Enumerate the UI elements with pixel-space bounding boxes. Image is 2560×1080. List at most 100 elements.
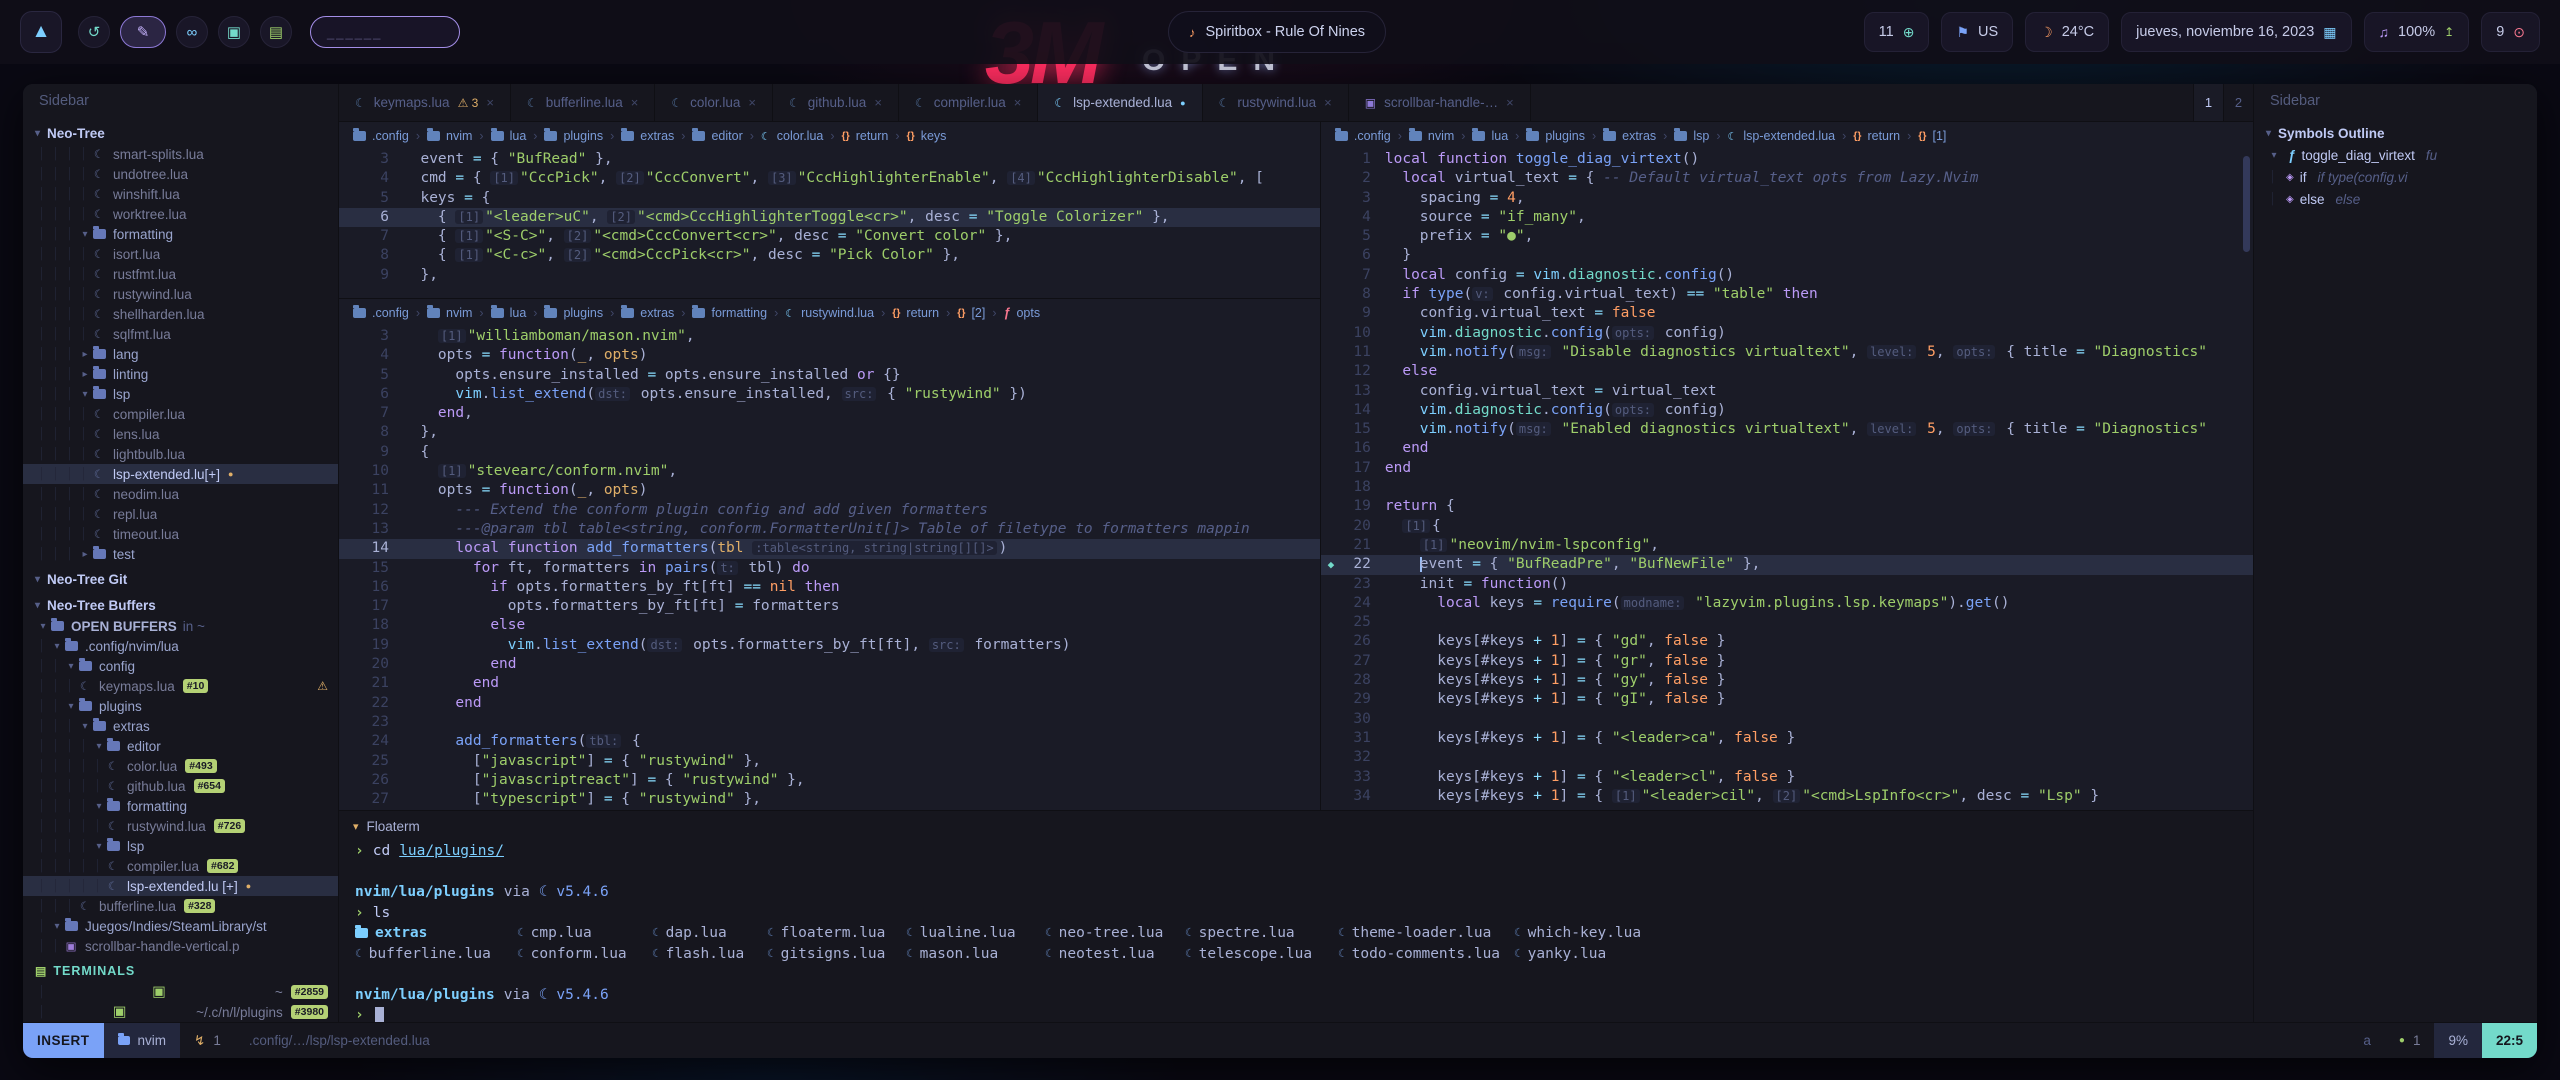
ls-entry-extras[interactable]: extras bbox=[355, 923, 517, 944]
symbol-toggle-diag-virtext[interactable]: ▾ƒtoggle_diag_virtextfu bbox=[2254, 144, 2537, 166]
code-line[interactable]: 33 keys[#keys + 1] = { "<leader>cl", fal… bbox=[1321, 768, 2253, 787]
code-line[interactable]: 26 keys[#keys + 1] = { "gd", false } bbox=[1321, 632, 2253, 651]
code-line[interactable]: 26 ["javascriptreact"] = { "rustywind" }… bbox=[339, 771, 1320, 790]
breadcrumb-item[interactable]: editor bbox=[692, 129, 742, 143]
code-line[interactable]: 3 [1]"williamboman/mason.nvim", bbox=[339, 327, 1320, 346]
section-terminals[interactable]: ▤ TERMINALS bbox=[23, 960, 338, 982]
tree-file-undotree-lua[interactable]: ││││☾undotree.lua bbox=[23, 164, 338, 184]
code-line[interactable]: 29 keys[#keys + 1] = { "gI", false } bbox=[1321, 690, 2253, 709]
code-line[interactable]: 6 { [1]"<leader>uC", [2]"<cmd>CccHighlig… bbox=[339, 208, 1320, 227]
tab-github-lua[interactable]: ☾github.lua× bbox=[773, 84, 899, 121]
tree-folder-lsp[interactable]: ││││▾lsp bbox=[23, 836, 338, 856]
tree-folder-plugins[interactable]: ││▾plugins bbox=[23, 696, 338, 716]
ls-entry-neo-tree-lua[interactable]: ☾neo-tree.lua bbox=[1045, 923, 1185, 944]
scrollbar-handle[interactable] bbox=[2243, 156, 2250, 252]
code-line[interactable]: 8 }, bbox=[339, 423, 1320, 442]
breadcrumb-item[interactable]: {}[1] bbox=[1918, 129, 1946, 143]
symbol-if[interactable]: │◈ifif type(config.vi bbox=[2254, 166, 2537, 188]
breadcrumb-item[interactable]: {}return bbox=[892, 306, 939, 320]
code-line[interactable]: 6 } bbox=[1321, 246, 2253, 265]
tree-file-github-lua[interactable]: │││││☾github.lua#654 bbox=[23, 776, 338, 796]
ls-entry-cmp-lua[interactable]: ☾cmp.lua bbox=[517, 923, 652, 944]
code-line[interactable]: 2 local virtual_text = { -- Default virt… bbox=[1321, 169, 2253, 188]
tree-file-lsp-extended-lu[interactable]: ││││☾lsp-extended.lu[+]● bbox=[23, 464, 338, 484]
code-line[interactable]: 18 bbox=[1321, 478, 2253, 497]
ls-entry-spectre-lua[interactable]: ☾spectre.lua bbox=[1185, 923, 1338, 944]
tree-folder-extras[interactable]: │││▾extras bbox=[23, 716, 338, 736]
ls-entry-bufferline-lua[interactable]: ☾bufferline.lua bbox=[355, 944, 517, 965]
code-line[interactable]: 24 local keys = require(modname: "lazyvi… bbox=[1321, 594, 2253, 613]
close-icon[interactable]: × bbox=[486, 95, 494, 110]
code-line[interactable]: 19 vim.list_extend(dst: opts.formatters_… bbox=[339, 636, 1320, 655]
tree-file-rustywind-lua[interactable]: ││││☾rustywind.lua bbox=[23, 284, 338, 304]
code-line[interactable]: 13 ---@param tbl table<string, conform.F… bbox=[339, 520, 1320, 539]
breadcrumb-item[interactable]: {}return bbox=[1853, 129, 1900, 143]
ls-entry-flash-lua[interactable]: ☾flash.lua bbox=[652, 944, 767, 965]
code-line[interactable]: 13 config.virtual_text = virtual_text bbox=[1321, 382, 2253, 401]
breadcrumb-item[interactable]: extras bbox=[621, 129, 674, 143]
tab-lsp-extended-lua[interactable]: ☾lsp-extended.lua● bbox=[1038, 84, 1202, 121]
close-icon[interactable]: × bbox=[1506, 95, 1514, 110]
tree-file-rustfmt-lua[interactable]: ││││☾rustfmt.lua bbox=[23, 264, 338, 284]
tree-folder-linting[interactable]: │││▸linting bbox=[23, 364, 338, 384]
code-line[interactable]: 9 }, bbox=[339, 266, 1320, 285]
music-widget[interactable]: ♪ Spiritbox - Rule Of Nines bbox=[1168, 11, 1386, 53]
breadcrumb-item[interactable]: lua bbox=[491, 129, 527, 143]
tree-folder-formatting[interactable]: │││▾formatting bbox=[23, 224, 338, 244]
tree-file-repl-lua[interactable]: ││││☾repl.lua bbox=[23, 504, 338, 524]
symbol-else[interactable]: │◈elseelse bbox=[2254, 188, 2537, 210]
code-line[interactable]: 14 vim.diagnostic.config(opts: config) bbox=[1321, 401, 2253, 420]
breadcrumb-item[interactable]: .config bbox=[353, 129, 409, 143]
tabpage-1[interactable]: 1 bbox=[2193, 84, 2223, 121]
breadcrumb-item[interactable]: ☾rustywind.lua bbox=[785, 306, 874, 320]
code-line[interactable]: 19return { bbox=[1321, 497, 2253, 516]
section-neotree-git[interactable]: ▾ Neo-Tree Git bbox=[23, 568, 338, 590]
tree-file-sqlfmt-lua[interactable]: ││││☾sqlfmt.lua bbox=[23, 324, 338, 344]
breadcrumb-item[interactable]: nvim bbox=[427, 306, 472, 320]
code-line[interactable]: 20 end bbox=[339, 655, 1320, 674]
code-line[interactable]: 7 end, bbox=[339, 404, 1320, 423]
close-icon[interactable]: × bbox=[874, 95, 882, 110]
tab-rustywind-lua[interactable]: ☾rustywind.lua× bbox=[1203, 84, 1349, 121]
ls-entry-theme-loader-lua[interactable]: ☾theme-loader.lua bbox=[1338, 923, 1514, 944]
code-line[interactable]: 23 init = function() bbox=[1321, 575, 2253, 594]
section-neotree-buffers[interactable]: ▾ Neo-Tree Buffers bbox=[23, 594, 338, 616]
code-line[interactable]: 16 if opts.formatters_by_ft[ft] == nil t… bbox=[339, 578, 1320, 597]
code-line[interactable]: 16 end bbox=[1321, 439, 2253, 458]
code-line[interactable]: 12 else bbox=[1321, 362, 2253, 381]
link-button[interactable]: ∞ bbox=[176, 16, 208, 48]
tree-folder-formatting[interactable]: ││││▾formatting bbox=[23, 796, 338, 816]
code-line[interactable]: 5 prefix = "●", bbox=[1321, 227, 2253, 246]
ls-entry-lualine-lua[interactable]: ☾lualine.lua bbox=[906, 923, 1045, 944]
code-line[interactable]: 23 bbox=[339, 713, 1320, 732]
breadcrumb-item[interactable]: lsp bbox=[1674, 129, 1709, 143]
ls-entry-which-key-lua[interactable]: ☾which-key.lua bbox=[1514, 923, 1641, 944]
terminal-item-c-n-l-plugins[interactable]: │▣~/.c/n/l/plugins#3980 bbox=[23, 1002, 338, 1022]
code-line[interactable]: 4 cmd = { [1]"CccPick", [2]"CccConvert",… bbox=[339, 169, 1320, 188]
breadcrumb-item[interactable]: plugins bbox=[544, 129, 603, 143]
tab-scrollbar-handle[interactable]: ▣scrollbar-handle-…× bbox=[1349, 84, 1531, 121]
code-line[interactable]: ◆22 event = { "BufReadPre", "BufNewFile"… bbox=[1321, 555, 2253, 574]
breadcrumb-item[interactable]: nvim bbox=[427, 129, 472, 143]
code-line[interactable]: 10 [1]"stevearc/conform.nvim", bbox=[339, 462, 1320, 481]
tree-file-lightbulb-lua[interactable]: ││││☾lightbulb.lua bbox=[23, 444, 338, 464]
code-line[interactable]: 18 else bbox=[339, 616, 1320, 635]
tree-folder-editor[interactable]: ││││▾editor bbox=[23, 736, 338, 756]
refresh-button[interactable]: ↺ bbox=[78, 16, 110, 48]
widget-weather[interactable]: ☽24°C bbox=[2025, 12, 2109, 52]
tree-folder-config[interactable]: ││▾config bbox=[23, 656, 338, 676]
breadcrumb-item[interactable]: plugins bbox=[544, 306, 603, 320]
widget-notifications[interactable]: 9⊙ bbox=[2481, 12, 2540, 52]
code-line[interactable]: 24 add_formatters(tbl: { bbox=[339, 732, 1320, 751]
code-line[interactable]: 3 event = { "BufRead" }, bbox=[339, 150, 1320, 169]
code-line[interactable]: 9 config.virtual_text = false bbox=[1321, 304, 2253, 323]
tree-label-open-buffers[interactable]: ▾OPEN BUFFERSin ~ bbox=[23, 616, 338, 636]
tree-folder-lsp[interactable]: │││▾lsp bbox=[23, 384, 338, 404]
tree-file-neodim-lua[interactable]: ││││☾neodim.lua bbox=[23, 484, 338, 504]
code-line[interactable]: 15 vim.notify(msg: "Enabled diagnostics … bbox=[1321, 420, 2253, 439]
close-icon[interactable]: × bbox=[631, 95, 639, 110]
close-icon[interactable]: × bbox=[1014, 95, 1022, 110]
code-line[interactable]: 7 local config = vim.diagnostic.config() bbox=[1321, 266, 2253, 285]
tree-folder-lang[interactable]: │││▸lang bbox=[23, 344, 338, 364]
code-line[interactable]: 3 spacing = 4, bbox=[1321, 189, 2253, 208]
